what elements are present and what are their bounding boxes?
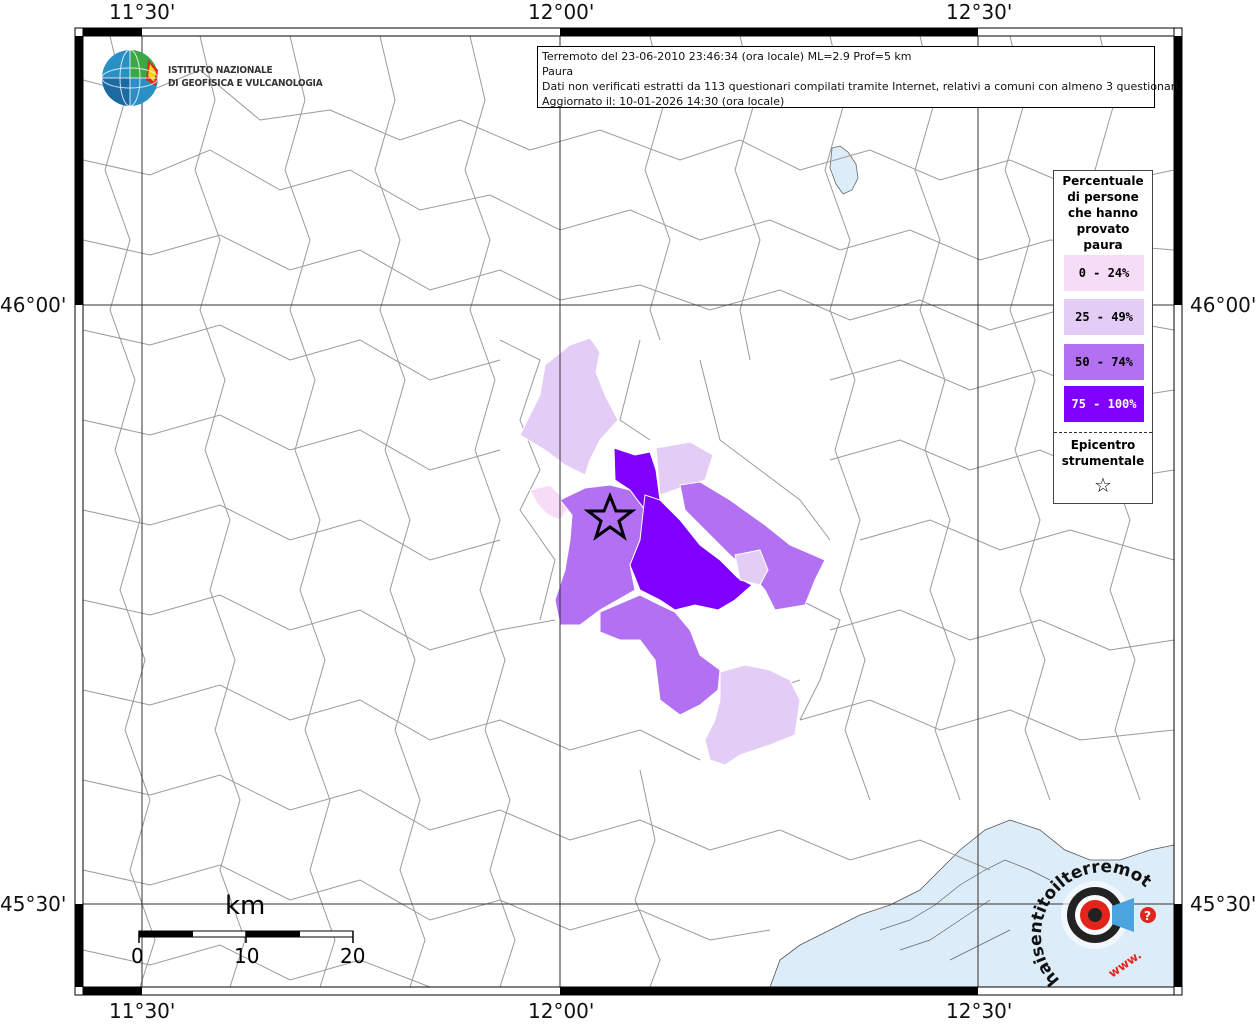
- legend-class-75-100: 75 - 100%: [1064, 386, 1144, 422]
- legend-class-25-49: 25 - 49%: [1064, 299, 1144, 335]
- info-parameter: Paura: [542, 65, 574, 78]
- legend-star-icon: ☆: [1094, 473, 1112, 497]
- coord-top-1200: 12°00': [528, 0, 595, 24]
- legend-epicenter-label: Epicentro strumentale: [1061, 438, 1145, 468]
- legend-title: Percentuale di persone che hanno provato…: [1054, 173, 1152, 253]
- coord-bottom-1200: 12°00': [528, 999, 595, 1023]
- ingv-line-2: DI GEOFISICA E VULCANOLOGIA: [168, 78, 323, 89]
- legend-class-50-74: 50 - 74%: [1064, 344, 1144, 380]
- legend-separator: [1054, 432, 1152, 433]
- haisentito-text-svg: haisentitoilterremoto.it www.: [1030, 850, 1155, 990]
- legend-label-25-49: 25 - 49%: [1075, 310, 1133, 324]
- coord-left-4600: 46°00': [0, 293, 67, 317]
- legend: Percentuale di persone che hanno provato…: [1053, 170, 1153, 504]
- coord-right-4600: 46°00': [1190, 293, 1256, 317]
- legend-label-0-24: 0 - 24%: [1078, 266, 1130, 280]
- earthquake-info-box: Terremoto del 23-06-2010 23:46:34 (ora l…: [537, 46, 1182, 108]
- coord-top-1230: 12°30': [946, 0, 1013, 24]
- coord-bottom-1230: 12°30': [946, 999, 1013, 1023]
- coord-right-4530: 45°30': [1190, 892, 1256, 916]
- info-updated: Aggiornato il: 10-01-2026 14:30 (ora loc…: [542, 95, 785, 108]
- coord-left-4530: 45°30': [0, 892, 67, 916]
- svg-text:haisentitoilterremoto.it: haisentitoilterremoto.it: [1030, 850, 1155, 990]
- info-source: Dati non verificati estratti da 113 ques…: [542, 80, 1182, 93]
- scale-tick-20: 20: [340, 944, 366, 968]
- legend-class-0-24: 0 - 24%: [1064, 255, 1144, 291]
- legend-title-text: Percentuale di persone che hanno provato…: [1062, 174, 1144, 252]
- coord-bottom-1130: 11°30': [109, 999, 176, 1023]
- ingv-logo-text: ISTITUTO NAZIONALE DI GEOFISICA E VULCAN…: [168, 64, 323, 90]
- ingv-logo-globe: [101, 49, 159, 107]
- scale-tick-10: 10: [234, 944, 260, 968]
- legend-label-75-100: 75 - 100%: [1071, 397, 1137, 411]
- haisentito-brand-text: haisentitoilterremoto.it: [1030, 850, 1155, 990]
- info-event: Terremoto del 23-06-2010 23:46:34 (ora l…: [542, 50, 912, 63]
- legend-label-50-74: 50 - 74%: [1075, 355, 1133, 369]
- scale-tick-0: 0: [131, 944, 144, 968]
- haisentito-www-text: www.: [1106, 948, 1144, 981]
- scale-title: km: [225, 891, 266, 921]
- coord-top-1130: 11°30': [109, 0, 176, 24]
- ingv-line-1: ISTITUTO NAZIONALE: [168, 65, 273, 76]
